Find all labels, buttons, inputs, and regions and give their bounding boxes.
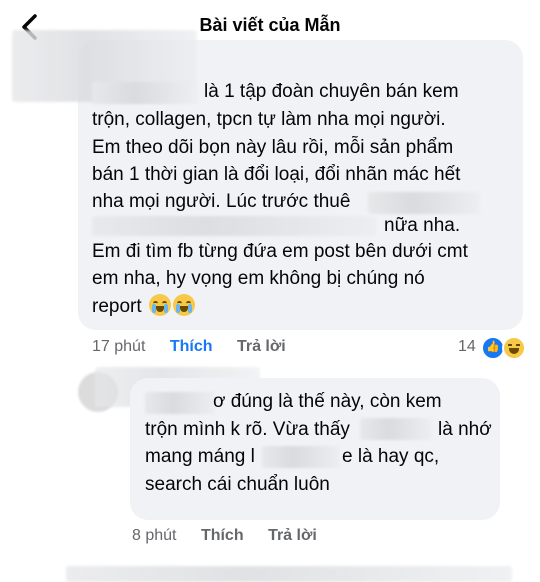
comment-actions: 17 phút Thích Trả lời <box>92 338 306 356</box>
reply-button[interactable]: Trả lời <box>268 527 317 544</box>
redacted-text <box>360 418 432 440</box>
reply-button[interactable]: Trả lời <box>237 338 286 355</box>
comment-actions: 8 phút Thích Trả lời <box>132 527 337 545</box>
comment-text-line: mang máng l <box>145 446 255 467</box>
comment-text-line: bán 1 thời gian là đổi loại, đổi nhãn má… <box>92 164 461 185</box>
comment-text-line: e là hay qc, <box>342 446 440 467</box>
like-button[interactable]: Thích <box>170 338 213 355</box>
comment-text-line: trộn, collagen, tpcn tự làm nha mọi ngườ… <box>92 109 446 130</box>
comment-text-line: em nha, hy vọng em không bị chúng nó <box>92 268 425 289</box>
comment-text-line: Em theo dõi bọn này lâu rồi, mỗi sản phẩ… <box>92 137 454 158</box>
redacted-text <box>145 392 215 414</box>
redacted-text <box>262 446 340 468</box>
reaction-count[interactable]: 14 <box>458 338 476 356</box>
comment-text-line: report <box>92 293 195 321</box>
comment-text-line: search cái chuẩn luôn <box>145 474 330 495</box>
next-comment-preview <box>66 566 512 582</box>
comment-text-line: Em đi tìm fb từng đứa em post bên dưới c… <box>92 241 468 262</box>
comment-text-line: là nhớ <box>438 419 492 440</box>
redacted-text <box>368 192 480 214</box>
comment-text-line: trộn mình k rõ. Vừa thấy <box>145 419 350 440</box>
comment-text-line: là 1 tập đoàn chuyên bán kem <box>204 81 459 102</box>
redacted-text <box>92 82 197 104</box>
like-button[interactable]: Thích <box>201 527 244 544</box>
haha-reaction-icon <box>502 336 526 360</box>
redacted-text <box>92 216 377 236</box>
crying-emoji-icon <box>148 294 171 316</box>
comment-text-line: nữa nha. <box>384 215 461 236</box>
comment-text-line: ơ đúng là thế này, còn kem <box>213 391 442 412</box>
comment-timestamp: 8 phút <box>132 527 177 544</box>
comment-timestamp: 17 phút <box>92 338 146 355</box>
comment-text: report <box>92 296 142 317</box>
crying-emoji-icon <box>172 294 195 316</box>
comment-text-line: nha mọi người. Lúc trước thuê <box>92 191 351 212</box>
